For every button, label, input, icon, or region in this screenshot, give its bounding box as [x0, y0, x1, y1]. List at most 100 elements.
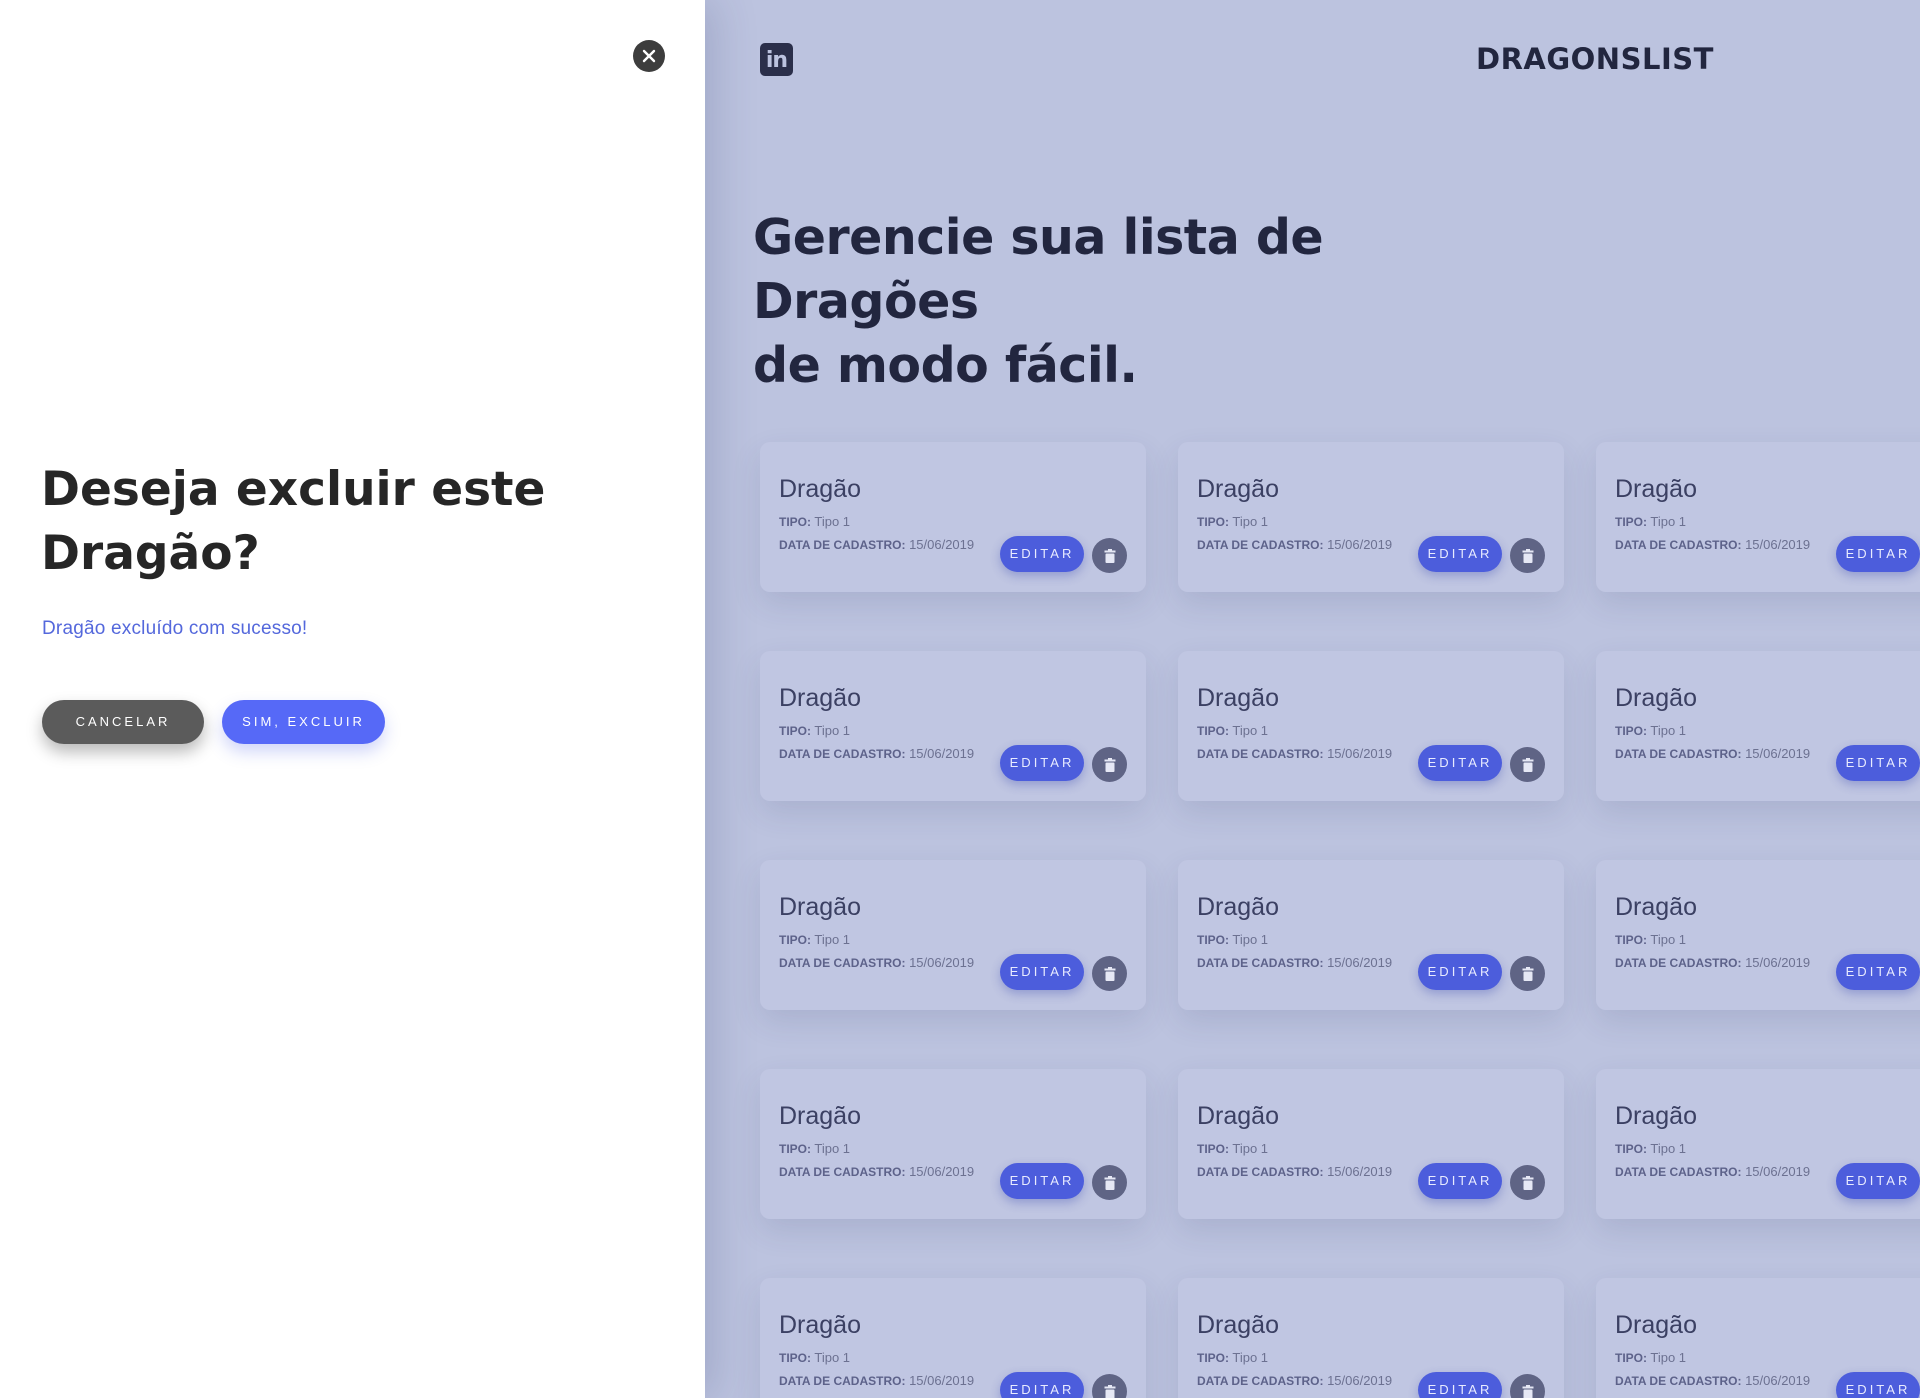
edit-button[interactable]: EDITAR — [1418, 954, 1502, 990]
date-label: DATA DE CADASTRO: — [1197, 1374, 1324, 1388]
dragon-card: Dragão TIPO: Tipo 1 DATA DE CADASTRO: 15/0… — [760, 442, 1146, 592]
type-value: Tipo 1 — [1232, 514, 1269, 529]
date-value: 15/06/2019 — [909, 1373, 975, 1388]
edit-button[interactable]: EDITAR — [1418, 1372, 1502, 1398]
dragon-card: Dragão TIPO: Tipo 1 DATA DE CADASTRO: 15/0… — [1178, 442, 1564, 592]
linkedin-icon[interactable]: in — [760, 43, 793, 76]
modal-title: Deseja excluir este Dragão? — [41, 458, 601, 586]
dragon-date: DATA DE CADASTRO: 15/06/2019 — [1615, 746, 1810, 761]
date-value: 15/06/2019 — [1327, 746, 1393, 761]
headline-line-1: Gerencie sua lista de Dragões — [753, 209, 1324, 330]
dragon-date: DATA DE CADASTRO: 15/06/2019 — [1615, 1164, 1810, 1179]
trash-icon[interactable] — [1092, 956, 1127, 991]
dragon-type: TIPO: Tipo 1 — [779, 932, 850, 947]
confirm-delete-button[interactable]: SIM, EXCLUIR — [222, 700, 385, 744]
edit-button[interactable]: EDITAR — [1418, 745, 1502, 781]
date-label: DATA DE CADASTRO: — [779, 1374, 906, 1388]
type-label: TIPO: — [1615, 724, 1647, 738]
date-label: DATA DE CADASTRO: — [1197, 747, 1324, 761]
edit-button[interactable]: EDITAR — [1836, 1163, 1920, 1199]
brand-logo[interactable]: DRAGONSLIST — [1476, 42, 1714, 76]
cancel-button[interactable]: CANCELAR — [42, 700, 204, 744]
type-value: Tipo 1 — [814, 723, 851, 738]
type-label: TIPO: — [1615, 1142, 1647, 1156]
trash-icon[interactable] — [1092, 747, 1127, 782]
date-value: 15/06/2019 — [1745, 746, 1811, 761]
dragon-date: DATA DE CADASTRO: 15/06/2019 — [779, 1373, 974, 1388]
trash-icon[interactable] — [1510, 747, 1545, 782]
dragon-name: Dragão — [779, 893, 861, 921]
trash-icon[interactable] — [1510, 1165, 1545, 1200]
edit-button[interactable]: EDITAR — [1000, 745, 1084, 781]
edit-button[interactable]: EDITAR — [1836, 1372, 1920, 1398]
dragon-type: TIPO: Tipo 1 — [1615, 932, 1686, 947]
type-label: TIPO: — [779, 1351, 811, 1365]
trash-icon[interactable] — [1510, 956, 1545, 991]
date-value: 15/06/2019 — [909, 537, 975, 552]
type-label: TIPO: — [779, 1142, 811, 1156]
edit-button[interactable]: EDITAR — [1000, 1372, 1084, 1398]
trash-icon[interactable] — [1510, 538, 1545, 573]
dragon-name: Dragão — [1197, 1311, 1279, 1339]
date-value: 15/06/2019 — [1745, 1373, 1811, 1388]
edit-button[interactable]: EDITAR — [1000, 954, 1084, 990]
date-label: DATA DE CADASTRO: — [1615, 1374, 1742, 1388]
edit-button[interactable]: EDITAR — [1418, 536, 1502, 572]
dragon-name: Dragão — [779, 1311, 861, 1339]
dragon-card: Dragão TIPO: Tipo 1 DATA DE CADASTRO: 15/0… — [1596, 860, 1920, 1010]
type-label: TIPO: — [1615, 515, 1647, 529]
edit-button[interactable]: EDITAR — [1000, 536, 1084, 572]
trash-icon[interactable] — [1092, 1165, 1127, 1200]
dragon-date: DATA DE CADASTRO: 15/06/2019 — [779, 537, 974, 552]
dragon-type: TIPO: Tipo 1 — [1197, 1141, 1268, 1156]
dragon-type: TIPO: Tipo 1 — [1615, 514, 1686, 529]
type-value: Tipo 1 — [814, 514, 851, 529]
type-value: Tipo 1 — [1232, 932, 1269, 947]
trash-icon[interactable] — [1510, 1374, 1545, 1398]
date-value: 15/06/2019 — [909, 1164, 975, 1179]
edit-button[interactable]: EDITAR — [1418, 1163, 1502, 1199]
date-value: 15/06/2019 — [1327, 955, 1393, 970]
date-label: DATA DE CADASTRO: — [1615, 538, 1742, 552]
date-value: 15/06/2019 — [1745, 1164, 1811, 1179]
type-value: Tipo 1 — [1650, 723, 1687, 738]
edit-button[interactable]: EDITAR — [1836, 745, 1920, 781]
headline-line-2: de modo fácil. — [753, 337, 1138, 394]
type-value: Tipo 1 — [1232, 1350, 1269, 1365]
dragon-type: TIPO: Tipo 1 — [1197, 932, 1268, 947]
date-label: DATA DE CADASTRO: — [779, 538, 906, 552]
date-label: DATA DE CADASTRO: — [1615, 1165, 1742, 1179]
dragon-type: TIPO: Tipo 1 — [1197, 1350, 1268, 1365]
date-label: DATA DE CADASTRO: — [1615, 956, 1742, 970]
date-value: 15/06/2019 — [909, 955, 975, 970]
dragon-type: TIPO: Tipo 1 — [1615, 1350, 1686, 1365]
dragon-name: Dragão — [1615, 475, 1697, 503]
dragon-date: DATA DE CADASTRO: 15/06/2019 — [1197, 537, 1392, 552]
date-label: DATA DE CADASTRO: — [1615, 747, 1742, 761]
page-headline: Gerencie sua lista de Dragões de modo fá… — [753, 206, 1513, 398]
dragon-card: Dragão TIPO: Tipo 1 DATA DE CADASTRO: 15/0… — [1178, 860, 1564, 1010]
date-label: DATA DE CADASTRO: — [1197, 956, 1324, 970]
type-label: TIPO: — [1197, 1351, 1229, 1365]
edit-button[interactable]: EDITAR — [1836, 536, 1920, 572]
dragon-name: Dragão — [779, 684, 861, 712]
dragon-type: TIPO: Tipo 1 — [779, 1141, 850, 1156]
dragon-type: TIPO: Tipo 1 — [1615, 1141, 1686, 1156]
date-value: 15/06/2019 — [1745, 955, 1811, 970]
edit-button[interactable]: EDITAR — [1000, 1163, 1084, 1199]
date-label: DATA DE CADASTRO: — [1197, 538, 1324, 552]
type-value: Tipo 1 — [814, 932, 851, 947]
date-value: 15/06/2019 — [1327, 537, 1393, 552]
dragon-date: DATA DE CADASTRO: 15/06/2019 — [1615, 537, 1810, 552]
close-icon[interactable] — [633, 40, 665, 72]
dragon-name: Dragão — [779, 475, 861, 503]
dragon-name: Dragão — [1615, 1102, 1697, 1130]
success-message: Dragão excluído com sucesso! — [42, 618, 308, 639]
type-value: Tipo 1 — [814, 1141, 851, 1156]
trash-icon[interactable] — [1092, 538, 1127, 573]
date-value: 15/06/2019 — [1327, 1373, 1393, 1388]
edit-button[interactable]: EDITAR — [1836, 954, 1920, 990]
trash-icon[interactable] — [1092, 1374, 1127, 1398]
dragon-card: Dragão TIPO: Tipo 1 DATA DE CADASTRO: 15/0… — [1178, 651, 1564, 801]
dragon-card: Dragão TIPO: Tipo 1 DATA DE CADASTRO: 15/0… — [1596, 442, 1920, 592]
